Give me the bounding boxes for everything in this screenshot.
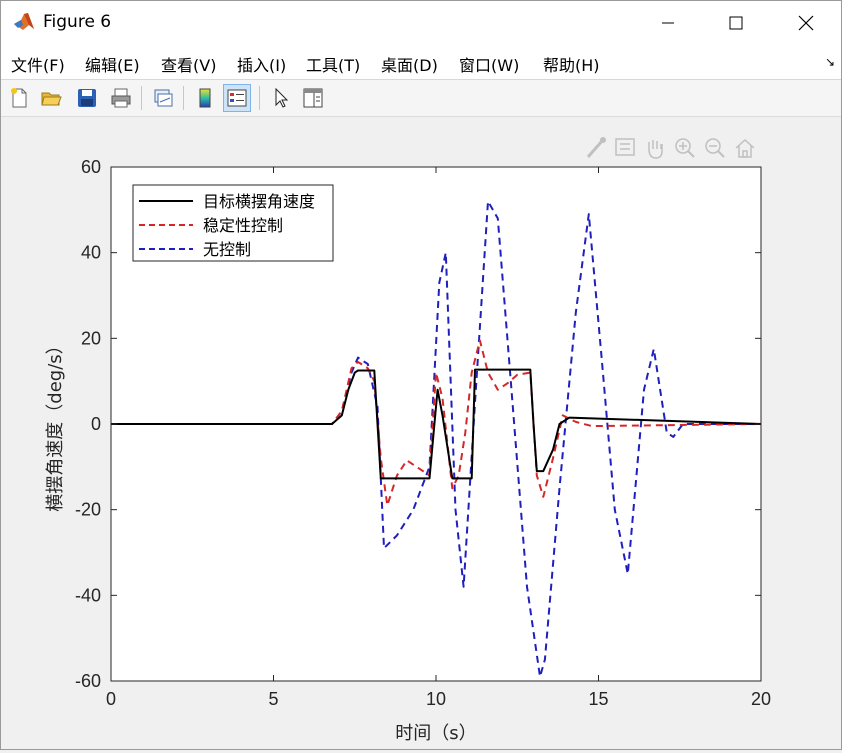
data-tip-icon[interactable] bbox=[615, 138, 635, 156]
insert-legend-icon bbox=[227, 89, 247, 107]
edit-plot-icon bbox=[275, 87, 289, 108]
window-title: Figure 6 bbox=[43, 12, 112, 32]
y-tick-label: 40 bbox=[81, 243, 101, 263]
menu-insert[interactable]: 插入(I) bbox=[237, 52, 286, 76]
toolbar-separator bbox=[141, 86, 142, 110]
menu-help[interactable]: 帮助(H) bbox=[543, 52, 600, 76]
title-bar[interactable]: Figure 6 bbox=[1, 1, 841, 45]
y-tick-label: -60 bbox=[75, 671, 101, 691]
maximize-button[interactable] bbox=[713, 1, 759, 45]
toolbar-separator bbox=[259, 86, 260, 110]
y-tick-label: -20 bbox=[75, 500, 101, 520]
insert-colorbar-icon bbox=[199, 88, 211, 108]
legend-label-target: 目标横摆角速度 bbox=[203, 192, 315, 211]
figure-toolbar bbox=[1, 80, 841, 117]
x-tick-label: 15 bbox=[588, 689, 608, 709]
edit-plot-button[interactable] bbox=[267, 84, 295, 112]
print-button[interactable] bbox=[107, 84, 135, 112]
close-icon bbox=[798, 15, 814, 31]
maximize-icon bbox=[729, 16, 743, 30]
figure-window: Figure 6 文件(F) 编辑(E) 查看(V) 插入(I) 工具(T) 桌… bbox=[0, 0, 842, 750]
brush-icon[interactable] bbox=[586, 137, 606, 158]
y-axis-label: 横摆角速度（deg/s） bbox=[45, 336, 66, 511]
home-icon[interactable] bbox=[735, 138, 755, 158]
print-icon bbox=[111, 88, 131, 108]
menu-bar: 文件(F) 编辑(E) 查看(V) 插入(I) 工具(T) 桌面(D) 窗口(W… bbox=[1, 45, 841, 80]
insert-colorbar-button[interactable] bbox=[191, 84, 219, 112]
menu-window[interactable]: 窗口(W) bbox=[459, 52, 519, 76]
property-inspector-button[interactable] bbox=[299, 84, 327, 112]
save-button[interactable] bbox=[73, 84, 101, 112]
y-tick-label: 60 bbox=[81, 157, 101, 177]
x-tick-label: 5 bbox=[268, 689, 278, 709]
x-tick-label: 10 bbox=[426, 689, 446, 709]
zoom-out-icon[interactable] bbox=[705, 138, 725, 158]
legend-label-stability: 稳定性控制 bbox=[203, 216, 283, 235]
property-inspector-icon bbox=[303, 88, 323, 108]
line-chart: 0 5 10 15 20 -60 -40 -20 0 20 40 60 时间（s） 横摆角速度（deg… bbox=[45, 137, 771, 744]
y-tick-label: 20 bbox=[81, 328, 101, 348]
pan-icon[interactable] bbox=[648, 140, 663, 159]
minimize-button[interactable] bbox=[645, 1, 691, 45]
menu-edit[interactable]: 编辑(E) bbox=[85, 52, 140, 76]
legend[interactable]: 目标横摆角速度 稳定性控制 无控制 bbox=[132, 184, 334, 262]
dock-arrow-icon[interactable]: ↘ bbox=[825, 55, 835, 69]
menu-view[interactable]: 查看(V) bbox=[161, 52, 216, 76]
y-tick-label: -40 bbox=[75, 585, 101, 605]
x-tick-label: 0 bbox=[106, 689, 116, 709]
open-file-button[interactable] bbox=[37, 84, 65, 112]
x-axis-label: 时间（s） bbox=[395, 723, 476, 744]
open-file-icon bbox=[41, 92, 62, 106]
toolbar-separator bbox=[183, 86, 184, 110]
insert-legend-button[interactable] bbox=[223, 84, 251, 112]
zoom-in-icon[interactable] bbox=[675, 138, 695, 158]
link-plot-button[interactable] bbox=[149, 84, 177, 112]
figure-canvas: 0 5 10 15 20 -60 -40 -20 0 20 40 60 时间（s） 横摆角速度（deg… bbox=[1, 117, 841, 749]
x-tick-label: 20 bbox=[751, 689, 771, 709]
close-button[interactable] bbox=[783, 1, 829, 45]
new-figure-icon bbox=[11, 88, 27, 108]
menu-file[interactable]: 文件(F) bbox=[11, 52, 65, 76]
axes-toolbar bbox=[586, 137, 755, 159]
menu-tools[interactable]: 工具(T) bbox=[306, 52, 360, 76]
minimize-icon bbox=[662, 22, 674, 24]
y-tick-label: 0 bbox=[91, 414, 101, 434]
link-plot-icon bbox=[154, 89, 173, 107]
save-icon bbox=[78, 89, 96, 107]
new-figure-button[interactable] bbox=[5, 84, 33, 112]
menu-desktop[interactable]: 桌面(D) bbox=[381, 52, 438, 76]
legend-label-no-control: 无控制 bbox=[203, 240, 251, 259]
matlab-logo-icon bbox=[14, 13, 34, 30]
